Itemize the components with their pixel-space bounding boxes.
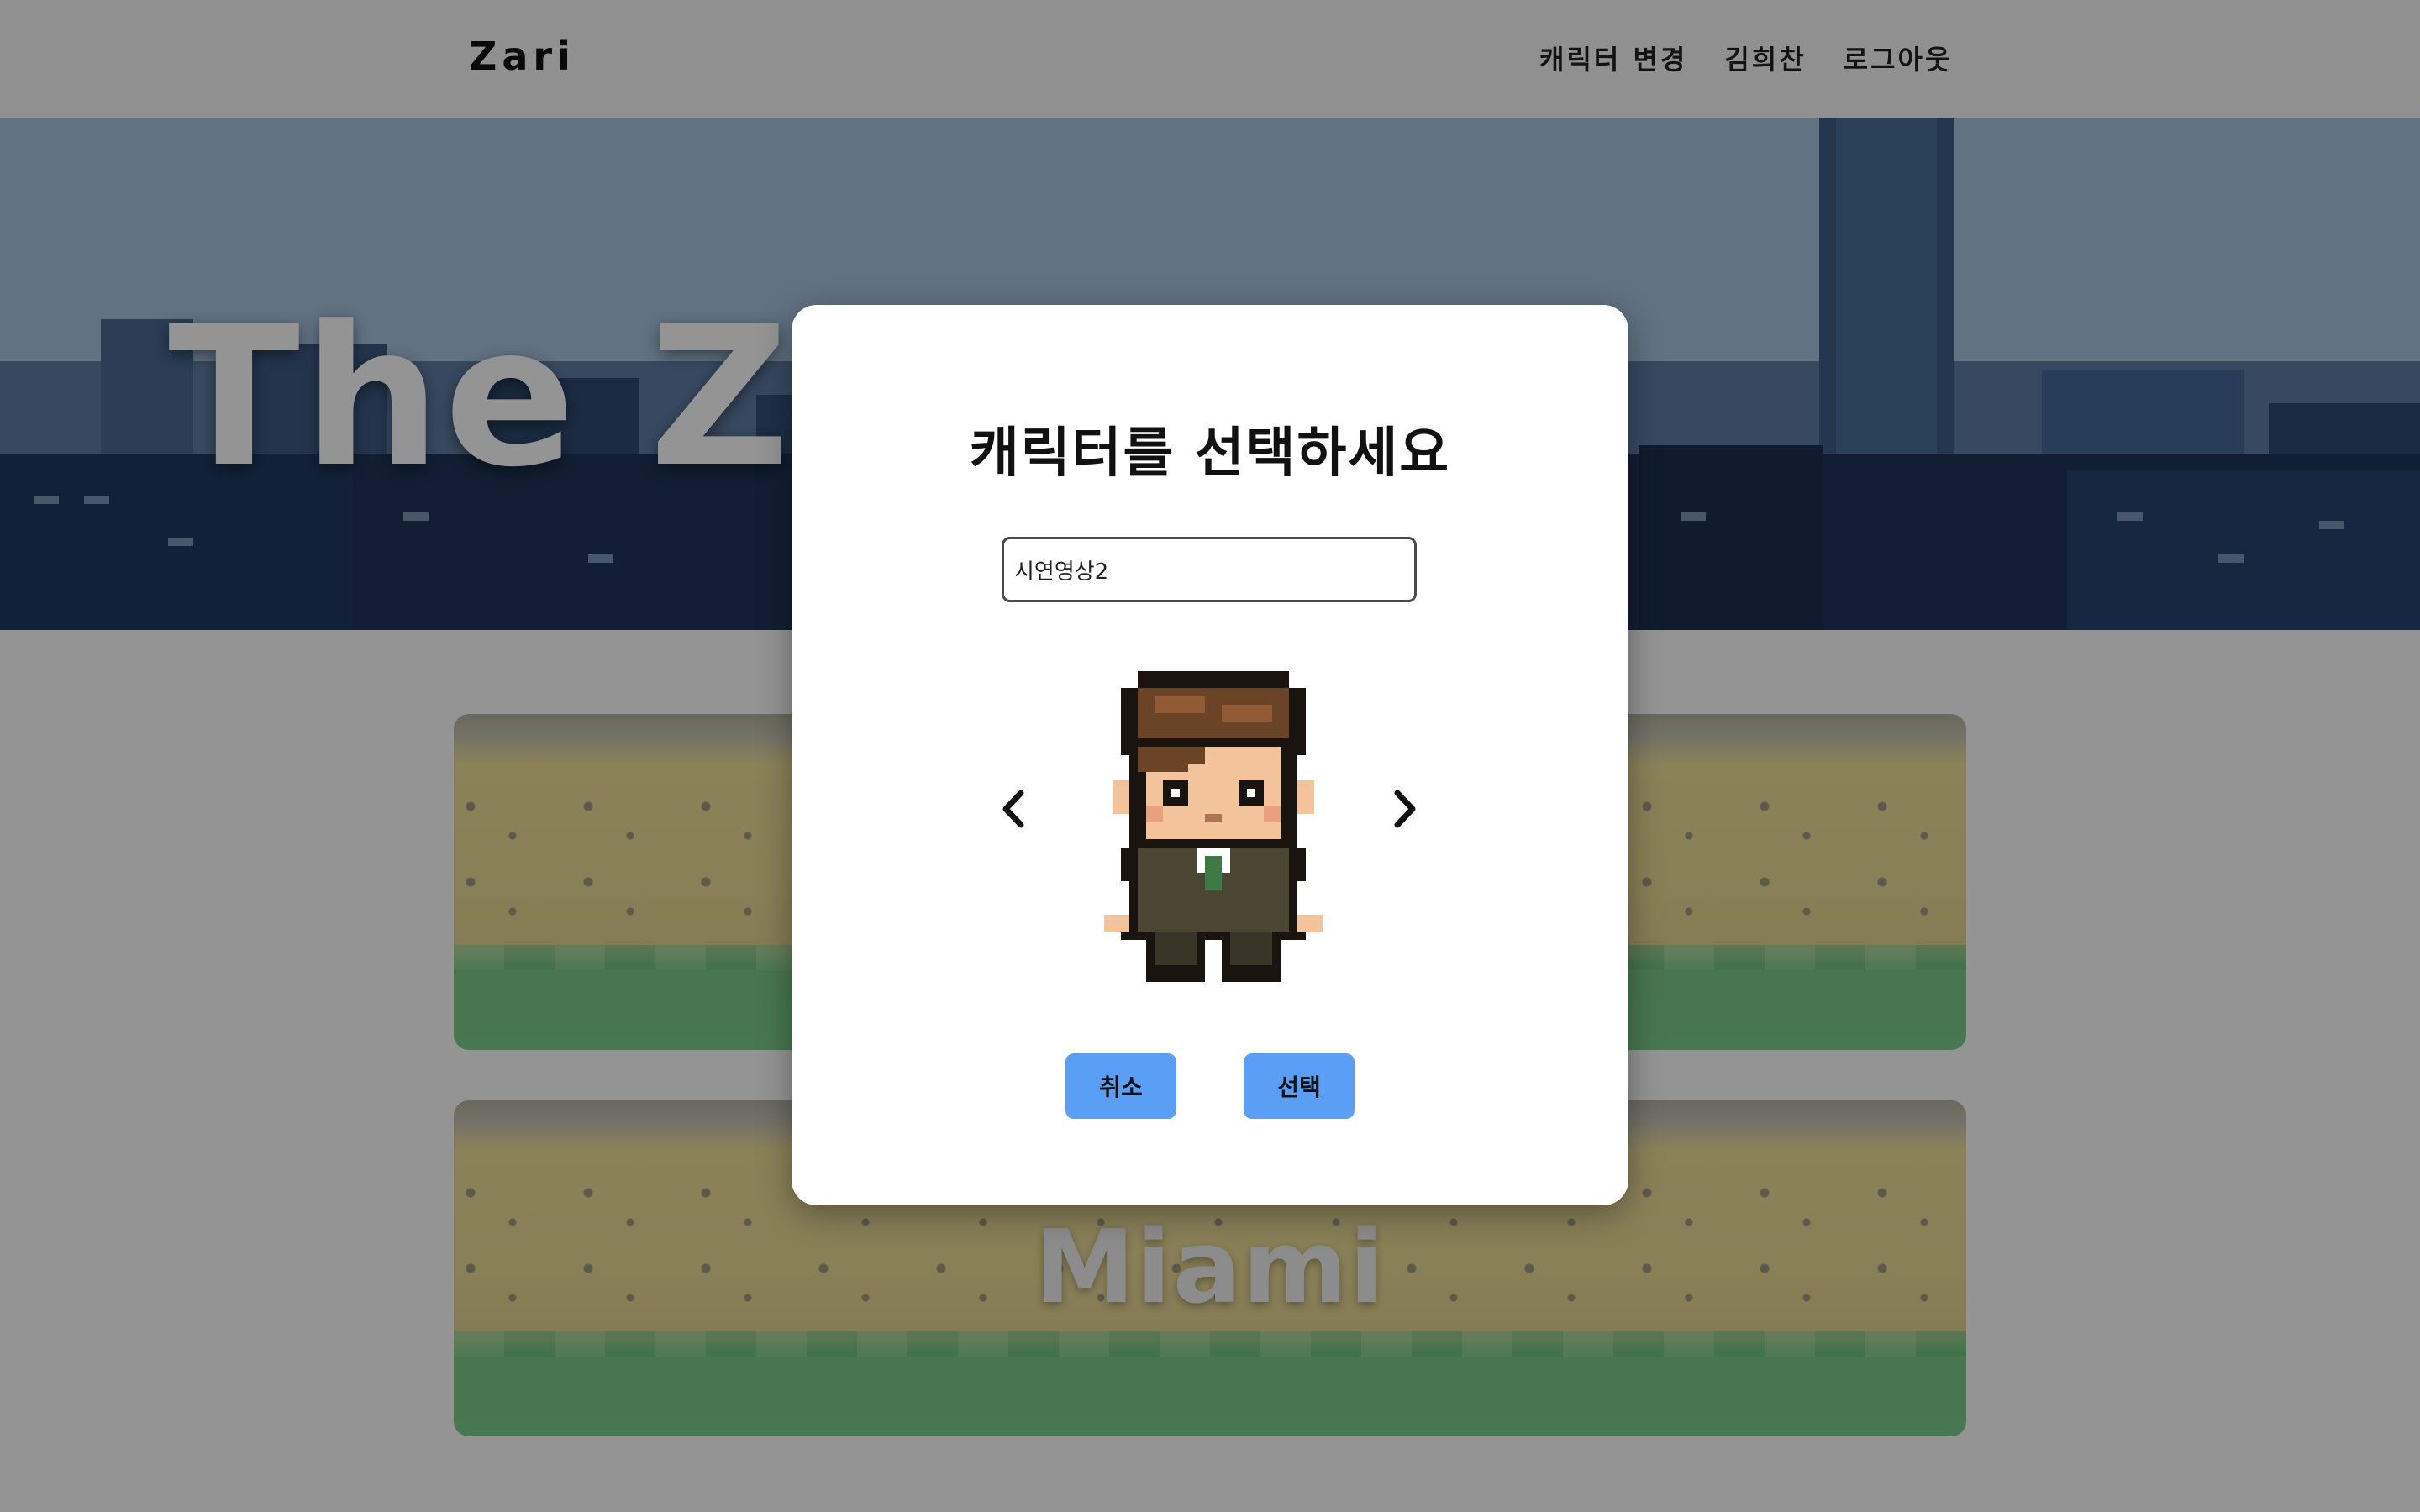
next-character-button[interactable] <box>1380 775 1430 843</box>
chevron-left-icon <box>1002 790 1024 828</box>
character-sprite <box>1104 671 1323 982</box>
character-select-modal: 캐릭터를 선택하세요 시연영상2 취소 선택 <box>792 305 1628 1205</box>
modal-title: 캐릭터를 선택하세요 <box>969 423 1451 485</box>
prev-character-button[interactable] <box>988 775 1039 843</box>
cancel-button[interactable]: 취소 <box>1065 1053 1176 1119</box>
select-button[interactable]: 선택 <box>1244 1053 1355 1119</box>
nickname-input[interactable] <box>1002 537 1417 602</box>
chevron-right-icon <box>1394 790 1416 828</box>
